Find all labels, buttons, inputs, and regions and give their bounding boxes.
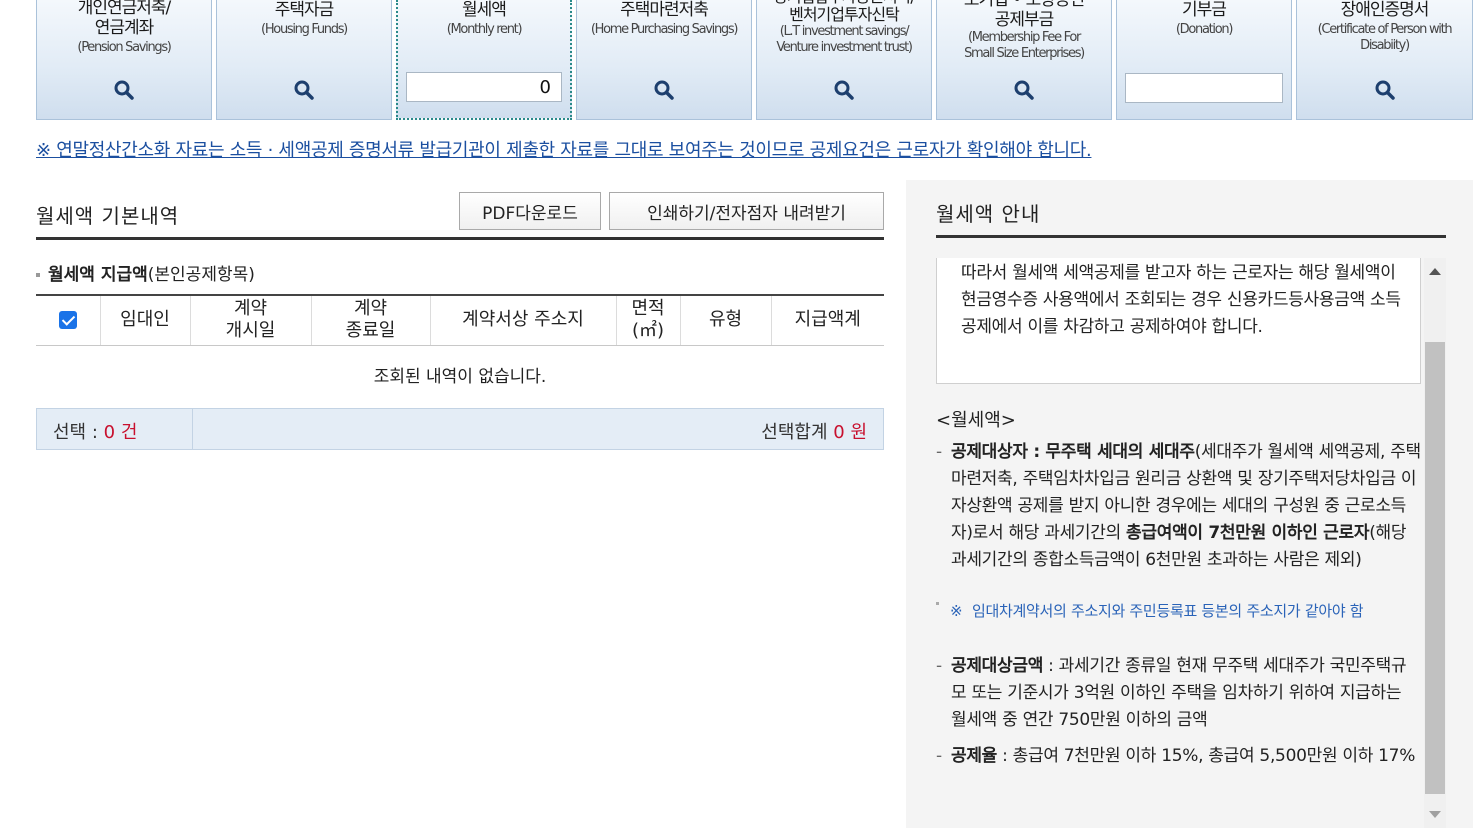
guide-intro-box: 따라서 월세액 세액공제를 받고자 하는 근로자는 해당 월세액이 현금영수증 … — [936, 258, 1421, 384]
tile-home-purchasing-savings[interactable]: 주택마련저축 (Home Purchasing Savings) — [576, 0, 752, 120]
donation-amount-input[interactable] — [1125, 73, 1283, 103]
guide-item-eligible-amount: 공제대상금액 : 과세기간 종류일 현재 무주택 세대주가 국민주택규모 또는 … — [936, 653, 1421, 734]
tile-pension-savings[interactable]: 개인연금저축/ 연금계좌 (Pension Savings) — [36, 0, 212, 120]
section-title: 월세액 기본내역 — [36, 204, 180, 228]
scroll-up-arrow-icon[interactable] — [1429, 268, 1441, 275]
note-text: 임대차계약서의 주소지와 주민등록표 등본의 주소지가 같아야 함 — [972, 602, 1364, 620]
note-mark: ※ — [950, 602, 963, 620]
empty-message: 조회된 내역이 없습니다. — [373, 366, 547, 387]
magnifier-icon[interactable] — [113, 79, 135, 101]
selected-total: 선택합계 0 원 — [761, 418, 867, 444]
tile-subtitle: (Certificate of Person with Disabiity) — [1317, 22, 1453, 53]
tile-subtitle: (L.T investment savings/ Venture investm… — [776, 24, 913, 55]
subtitle-rest: (본인공제항목) — [147, 265, 255, 285]
guide-address-note: ※ 임대차계약서의 주소지와 주민등록표 등본의 주소지가 같아야 함 — [950, 600, 1421, 622]
print-braille-download-button[interactable]: 인쇄하기/전자점자 내려받기 — [609, 192, 884, 230]
monthly-rent-guide-panel: 월세액 안내 따라서 월세액 세액공제를 받고자 하는 근로자는 해당 월세액이… — [906, 180, 1473, 828]
tile-monthly-rent[interactable]: 월세액 (Monthly rent) — [396, 0, 572, 120]
tile-subtitle: (Home Purchasing Savings) — [590, 22, 739, 37]
deduction-category-tiles: 개인연금저축/ 연금계좌 (Pension Savings) 주택자금 (Hou… — [36, 0, 1473, 120]
magnifier-icon[interactable] — [293, 79, 315, 101]
scrollbar-thumb[interactable] — [1425, 342, 1445, 794]
selected-count-value: 0 건 — [103, 422, 138, 443]
selection-summary-bar: 선택 : 0 건 선택합계 0 원 — [36, 408, 884, 450]
tile-title: 주택마련저축 — [620, 0, 709, 20]
tile-title: 월세액 — [462, 0, 507, 20]
tile-title: 장애인증명서 — [1340, 0, 1430, 20]
magnifier-icon[interactable] — [653, 79, 675, 101]
magnifier-icon[interactable] — [1374, 79, 1396, 101]
payment-subtitle: 월세액 지급액(본인공제항목) — [36, 260, 255, 285]
tile-subtitle: (Donation) — [1175, 22, 1234, 37]
selected-total-label: 선택합계 — [761, 422, 834, 443]
monthly-rent-table: 임대인 계약 개시일 계약 종료일 계약서상 주소지 면적 (㎡) 유형 지급액… — [36, 294, 884, 403]
column-header: 계약 개시일 — [189, 294, 311, 346]
tile-housing-funds[interactable]: 주택자금 (Housing Funds) — [216, 0, 392, 120]
scroll-down-arrow-icon[interactable] — [1429, 811, 1441, 818]
column-header: 지급액계 — [770, 294, 884, 346]
tile-title: 개인연금저축/ 연금계좌 — [77, 0, 172, 38]
tile-lt-investment-savings[interactable]: 장기집합투자증권저축/ 벤처기업투자신탁 (L.T investment sav… — [756, 0, 932, 120]
column-header: 유형 — [679, 294, 771, 346]
magnifier-icon[interactable] — [1013, 79, 1035, 101]
table-header-row: 임대인 계약 개시일 계약 종료일 계약서상 주소지 면적 (㎡) 유형 지급액… — [36, 294, 884, 346]
item-text: : 총급여 7천만원 이하 15%, 총급여 5,500만원 이하 17% — [997, 746, 1416, 766]
guide-item-eligible-person: 공제대상자 : 무주택 세대의 세대주(세대주가 월세액 세액공제, 주택마련저… — [936, 439, 1421, 574]
pdf-download-button[interactable]: PDF다운로드 — [459, 192, 601, 230]
tile-subtitle: (Monthly rent) — [446, 22, 523, 37]
guide-scroll-area[interactable]: 따라서 월세액 세액공제를 받고자 하는 근로자는 해당 월세액이 현금영수증 … — [936, 258, 1446, 828]
tile-title: 주택자금 — [274, 0, 335, 20]
tile-disability-certificate[interactable]: 장애인증명서 (Certificate of Person with Disab… — [1296, 0, 1473, 120]
selected-count: 선택 : 0 건 — [53, 418, 137, 444]
tile-title: 소기업 • 소상공인 공제부금 — [963, 0, 1085, 30]
tile-title: 장기집합투자증권저축/ 벤처기업투자신탁 — [773, 0, 916, 24]
select-all-header[interactable] — [36, 294, 100, 346]
item-bold: 공제대상자 : 무주택 세대의 세대주 — [951, 442, 1195, 462]
tile-subtitle: (Pension Savings) — [77, 40, 171, 55]
section-divider — [36, 237, 884, 240]
guide-section-heading: <월세액> — [936, 410, 1016, 431]
select-all-checkbox[interactable] — [58, 311, 77, 330]
item-bold: 총급여액이 7천만원 이하인 근로자 — [1126, 523, 1370, 543]
bullet-icon — [36, 273, 40, 277]
selected-count-label: 선택 : — [53, 422, 104, 443]
summary-divider — [192, 409, 193, 449]
column-header: 임대인 — [99, 294, 190, 346]
simplified-data-notice-link[interactable]: ※ 연말정산간소화 자료는 소득 · 세액공제 증명서류 발급기관이 제출한 자… — [36, 136, 1092, 162]
tile-donation[interactable]: 기부금 (Donation) — [1116, 0, 1292, 120]
tile-subtitle: (Housing Funds) — [261, 22, 348, 37]
column-header: 계약 종료일 — [310, 294, 430, 346]
subtitle-bold: 월세액 지급액 — [48, 265, 148, 285]
item-bold: 공제율 — [951, 746, 998, 766]
guide-title: 월세액 안내 — [936, 202, 1041, 226]
guide-scrollbar[interactable] — [1424, 258, 1446, 828]
table-row: 조회된 내역이 없습니다. — [36, 345, 884, 403]
column-header: 면적 (㎡) — [615, 294, 680, 346]
magnifier-icon[interactable] — [833, 79, 855, 101]
guide-item-deduction-rate: 공제율 : 총급여 7천만원 이하 15%, 총급여 5,500만원 이하 17… — [936, 743, 1421, 770]
column-header: 계약서상 주소지 — [429, 294, 616, 346]
selected-total-value: 0 원 — [833, 422, 867, 443]
guide-divider — [936, 235, 1446, 238]
tile-title: 기부금 — [1182, 0, 1227, 20]
item-bold: 공제대상금액 — [951, 656, 1044, 676]
tile-subtitle: (Membership Fee For Small Size Enterpris… — [964, 30, 1085, 61]
note-bullet-icon — [936, 602, 939, 605]
monthly-rent-amount-input[interactable] — [406, 72, 562, 102]
tile-small-enterprise-fee[interactable]: 소기업 • 소상공인 공제부금 (Membership Fee For Smal… — [936, 0, 1112, 120]
